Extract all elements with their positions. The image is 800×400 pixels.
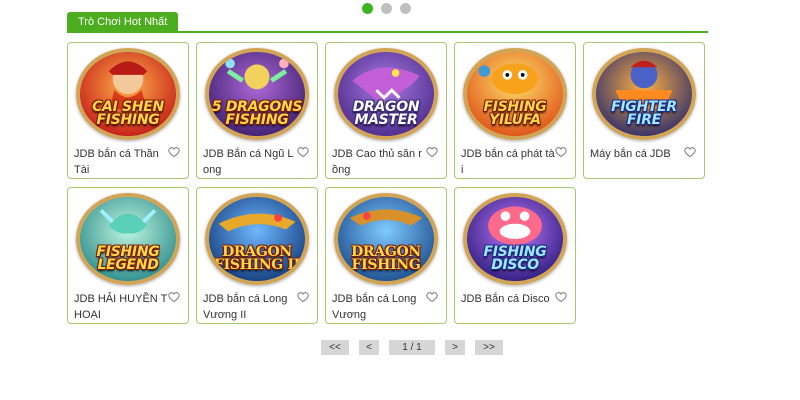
game-logo: CAI SHEN FISHING bbox=[92, 99, 164, 128]
game-title[interactable]: JDB bắn cá Long Vương II bbox=[203, 291, 297, 323]
page-indicator: 1 / 1 bbox=[389, 340, 435, 355]
prev-page-button[interactable]: < bbox=[359, 340, 379, 355]
game-title[interactable]: JDB Cao thủ săn rồng bbox=[332, 146, 426, 178]
game-thumbnail: DRAGON FISHING bbox=[334, 193, 438, 285]
heart-icon[interactable] bbox=[297, 146, 309, 158]
heart-icon[interactable] bbox=[555, 146, 567, 158]
game-thumbnail: 5 DRAGONS FISHING bbox=[205, 48, 309, 140]
game-title[interactable]: Máy bắn cá JDB bbox=[590, 146, 684, 162]
game-card-cai-shen-fishing[interactable]: CAI SHEN FISHING JDB bắn cá Thần Tài bbox=[67, 42, 189, 179]
carousel-dot-2[interactable] bbox=[381, 3, 392, 14]
carousel-dot-3[interactable] bbox=[400, 3, 411, 14]
game-thumbnail: DRAGON MASTER bbox=[334, 48, 438, 140]
first-page-button[interactable]: << bbox=[321, 340, 349, 355]
game-card-dragon-fishing-ii[interactable]: DRAGON FISHING II JDB bắn cá Long Vương … bbox=[196, 187, 318, 324]
next-page-button[interactable]: > bbox=[445, 340, 465, 355]
game-card-fighter-fire[interactable]: FIGHTER FIRE Máy bắn cá JDB bbox=[583, 42, 705, 179]
game-logo: DRAGON FISHING II bbox=[213, 244, 301, 273]
game-thumbnail: FISHING YILUFA bbox=[463, 48, 567, 140]
game-card-dragon-master[interactable]: DRAGON MASTER JDB Cao thủ săn rồng bbox=[325, 42, 447, 179]
game-logo: 5 DRAGONS FISHING bbox=[211, 99, 303, 128]
game-thumbnail: CAI SHEN FISHING bbox=[76, 48, 180, 140]
game-thumbnail: FISHING LEGEND bbox=[76, 193, 180, 285]
game-logo: FIGHTER FIRE bbox=[611, 99, 677, 128]
game-thumbnail: FIGHTER FIRE bbox=[592, 48, 696, 140]
game-card-fishing-disco[interactable]: FISHING DISCO JDB Bắn cá Disco bbox=[454, 187, 576, 324]
game-title[interactable]: JDB HẢI HUYỀN THOẠI bbox=[74, 291, 168, 323]
game-card-5-dragons-fishing[interactable]: 5 DRAGONS FISHING JDB Bắn cá Ngũ Long bbox=[196, 42, 318, 179]
game-title[interactable]: JDB bắn cá phát tài bbox=[461, 146, 555, 178]
carousel-dot-1[interactable] bbox=[362, 3, 373, 14]
game-title[interactable]: JDB bắn cá Thần Tài bbox=[74, 146, 168, 178]
game-title[interactable]: JDB Bắn cá Ngũ Long bbox=[203, 146, 297, 178]
game-logo: FISHING DISCO bbox=[483, 244, 547, 273]
pagination: << < 1 / 1 > >> bbox=[321, 340, 503, 355]
heart-icon[interactable] bbox=[426, 146, 438, 158]
last-page-button[interactable]: >> bbox=[475, 340, 503, 355]
game-card-fishing-yilufa[interactable]: FISHING YILUFA JDB bắn cá phát tài bbox=[454, 42, 576, 179]
game-logo: DRAGON MASTER bbox=[352, 99, 420, 128]
heart-icon[interactable] bbox=[555, 291, 567, 303]
game-logo: FISHING LEGEND bbox=[96, 244, 160, 273]
heart-icon[interactable] bbox=[168, 146, 180, 158]
game-logo: DRAGON FISHING bbox=[351, 244, 421, 273]
section-divider bbox=[67, 31, 708, 33]
game-logo: FISHING YILUFA bbox=[483, 99, 547, 128]
heart-icon[interactable] bbox=[297, 291, 309, 303]
game-thumbnail: FISHING DISCO bbox=[463, 193, 567, 285]
game-thumbnail: DRAGON FISHING II bbox=[205, 193, 309, 285]
game-title[interactable]: JDB Bắn cá Disco bbox=[461, 291, 555, 307]
game-card-dragon-fishing[interactable]: DRAGON FISHING JDB bắn cá Long Vương bbox=[325, 187, 447, 324]
game-card-fishing-legend[interactable]: FISHING LEGEND JDB HẢI HUYỀN THOẠI bbox=[67, 187, 189, 324]
carousel-dots bbox=[362, 3, 411, 14]
heart-icon[interactable] bbox=[426, 291, 438, 303]
heart-icon[interactable] bbox=[684, 146, 696, 158]
section-tab-hot-games[interactable]: Trò Chơi Hot Nhất bbox=[67, 12, 179, 32]
game-title[interactable]: JDB bắn cá Long Vương bbox=[332, 291, 426, 323]
heart-icon[interactable] bbox=[168, 291, 180, 303]
